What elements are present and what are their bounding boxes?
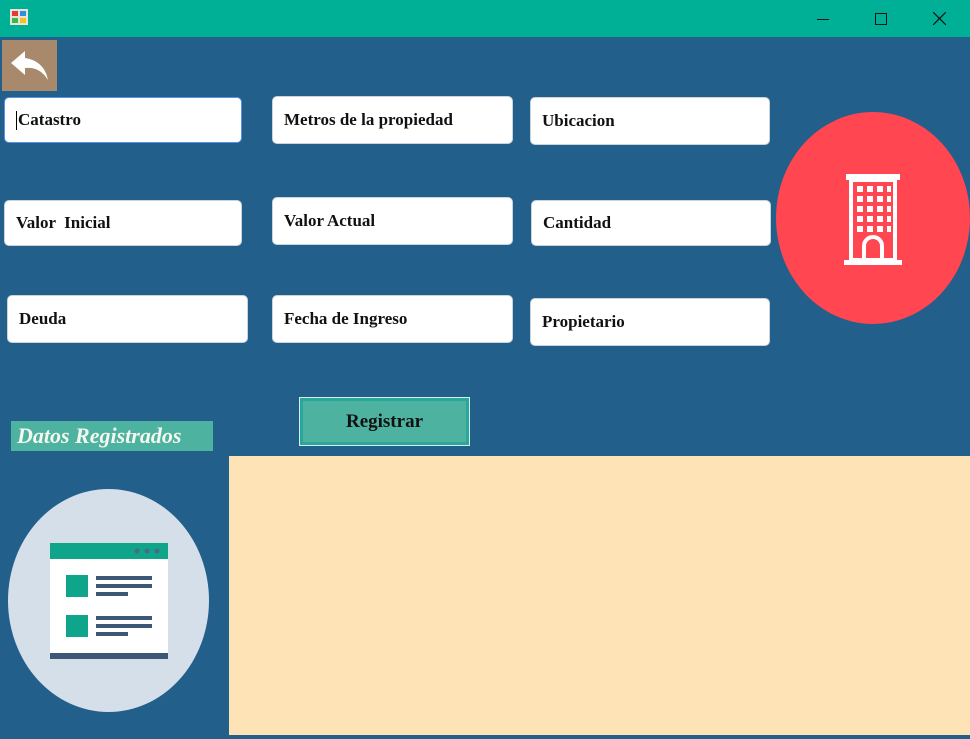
deuda-field[interactable]: Deuda (7, 295, 248, 343)
document-badge (8, 489, 209, 712)
back-button[interactable] (2, 40, 57, 91)
undo-arrow-icon (10, 50, 48, 80)
register-button[interactable]: Registrar (299, 397, 470, 446)
ubicacion-field[interactable]: Ubicacion (530, 97, 770, 145)
registered-data-title-text: Datos Registrados (17, 423, 182, 448)
building-icon (844, 174, 902, 265)
catastro-field-label: Catastro (18, 110, 81, 129)
cantidad-field[interactable]: Cantidad (531, 200, 771, 246)
registered-data-title: Datos Registrados (11, 421, 213, 451)
document-list-icon (49, 542, 168, 659)
registered-data-grid[interactable] (229, 456, 970, 735)
ubicacion-field-label: Ubicacion (542, 111, 615, 130)
deuda-field-label: Deuda (19, 309, 67, 328)
app-icon (10, 9, 28, 25)
valor-actual-field-label: Valor Actual (284, 211, 376, 230)
building-badge (776, 112, 970, 324)
valor-actual-field[interactable]: Valor Actual (272, 197, 513, 245)
fecha-ingreso-field[interactable]: Fecha de Ingreso (272, 295, 513, 343)
close-button[interactable] (910, 0, 968, 37)
fecha-ingreso-field-label: Fecha de Ingreso (284, 309, 408, 328)
propietario-field[interactable]: Propietario (530, 298, 770, 346)
title-bar (0, 0, 970, 37)
maximize-icon (875, 12, 887, 25)
valor-inicial-field-label: Valor Inicial (16, 213, 111, 232)
metros-field-label: Metros de la propiedad (284, 110, 453, 129)
minimize-button[interactable] (794, 0, 852, 37)
metros-field[interactable]: Metros de la propiedad (272, 96, 513, 144)
register-button-label: Registrar (345, 410, 424, 432)
close-icon (932, 12, 946, 25)
propietario-field-label: Propietario (542, 312, 625, 331)
cantidad-field-label: Cantidad (543, 213, 612, 232)
catastro-field[interactable]: Catastro (4, 97, 242, 143)
minimize-icon (817, 18, 829, 20)
text-caret (16, 110, 17, 130)
maximize-button[interactable] (852, 0, 910, 37)
valor-inicial-field[interactable]: Valor Inicial (4, 200, 242, 246)
